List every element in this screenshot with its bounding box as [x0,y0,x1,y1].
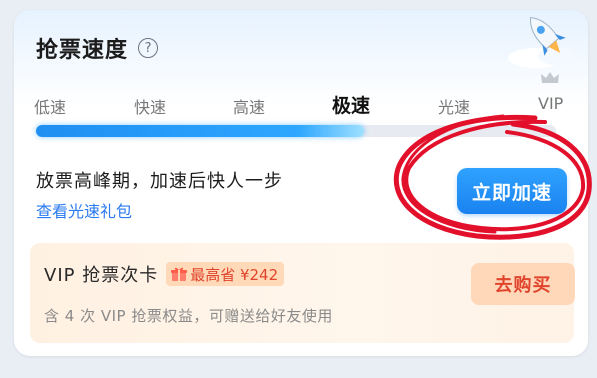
peak-message: 放票高峰期，加速后快人一步 [36,171,283,192]
vip-card-description: 含 4 次 VIP 抢票权益，可赠送给好友使用 [44,307,333,325]
savings-badge: 最高省 ¥242 [166,262,285,286]
speed-level-light: 光速 [438,98,471,117]
speed-level-low: 低速 [34,98,67,117]
vip-title-row: VIP 抢票次卡 最高省 ¥242 [44,261,285,287]
view-light-speed-package-link[interactable]: 查看光速礼包 [36,198,132,222]
savings-badge-text: 最高省 ¥242 [190,265,279,284]
speed-level-fast: 快速 [134,98,167,117]
speed-progress-track [36,125,556,137]
vip-card-title: VIP 抢票次卡 [44,265,159,286]
vip-card-panel: VIP 抢票次卡 最高省 ¥242 含 4 次 VIP 抢票权益，可赠送给好友使… [30,243,575,343]
buy-button[interactable]: 去购买 [471,263,575,305]
speed-level-extreme: 极速 [332,95,371,117]
page-title: 抢票速度 [36,38,129,63]
speed-level-labels: 低速 快速 高速 极速 光速 VIP [34,72,574,118]
speed-progress-fill [36,125,364,137]
crown-icon [541,72,559,83]
speed-card: 抢票速度 ? 低速 快速 高速 极速 光速 VIP 放票高峰期，加速后快人一步 … [14,10,588,356]
question-circle-icon[interactable]: ? [138,38,159,58]
speed-level-vip: VIP [538,94,564,113]
speed-level-high: 高速 [233,98,266,117]
rocket-icon [508,17,574,68]
speed-up-button[interactable]: 立即加速 [457,168,567,214]
gift-icon [171,267,188,281]
title-row: 抢票速度 ? [36,32,159,64]
